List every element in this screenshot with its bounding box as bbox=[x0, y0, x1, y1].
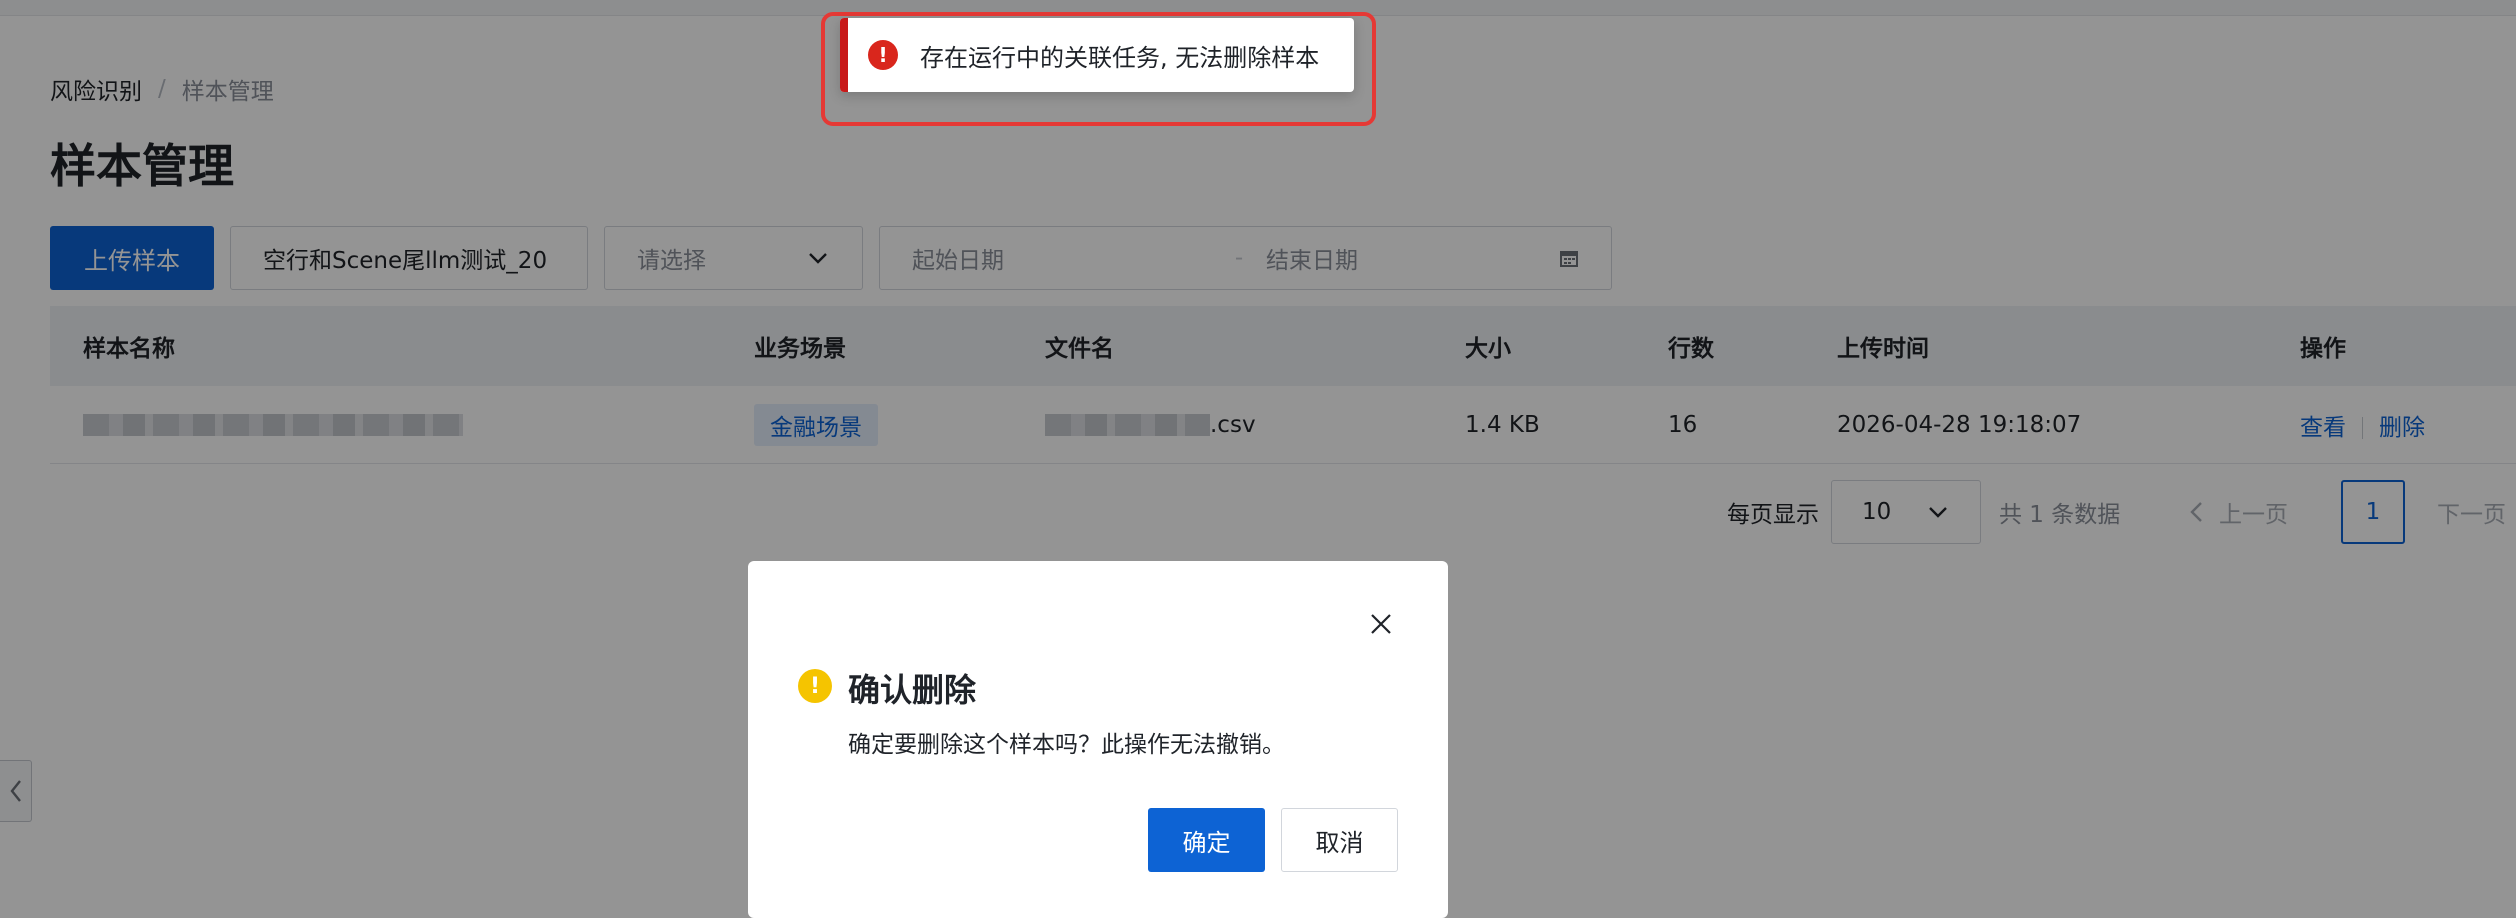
error-toast: ! 存在运行中的关联任务, 无法删除样本 bbox=[840, 18, 1354, 92]
confirm-delete-dialog: ! 确认删除 确定要删除这个样本吗？此操作无法撤销。 确定 取消 bbox=[748, 561, 1448, 918]
error-icon: ! bbox=[868, 40, 898, 70]
cancel-button[interactable]: 取消 bbox=[1281, 808, 1398, 872]
dialog-title: 确认删除 bbox=[848, 671, 977, 709]
close-icon bbox=[1371, 614, 1391, 634]
warning-icon: ! bbox=[798, 669, 832, 703]
dialog-message: 确定要删除这个样本吗？此操作无法撤销。 bbox=[848, 732, 1285, 758]
toast-message: 存在运行中的关联任务, 无法删除样本 bbox=[920, 43, 1320, 72]
confirm-button[interactable]: 确定 bbox=[1148, 808, 1265, 872]
close-dialog-button[interactable] bbox=[1366, 609, 1396, 639]
toast-accent-bar bbox=[840, 18, 848, 92]
